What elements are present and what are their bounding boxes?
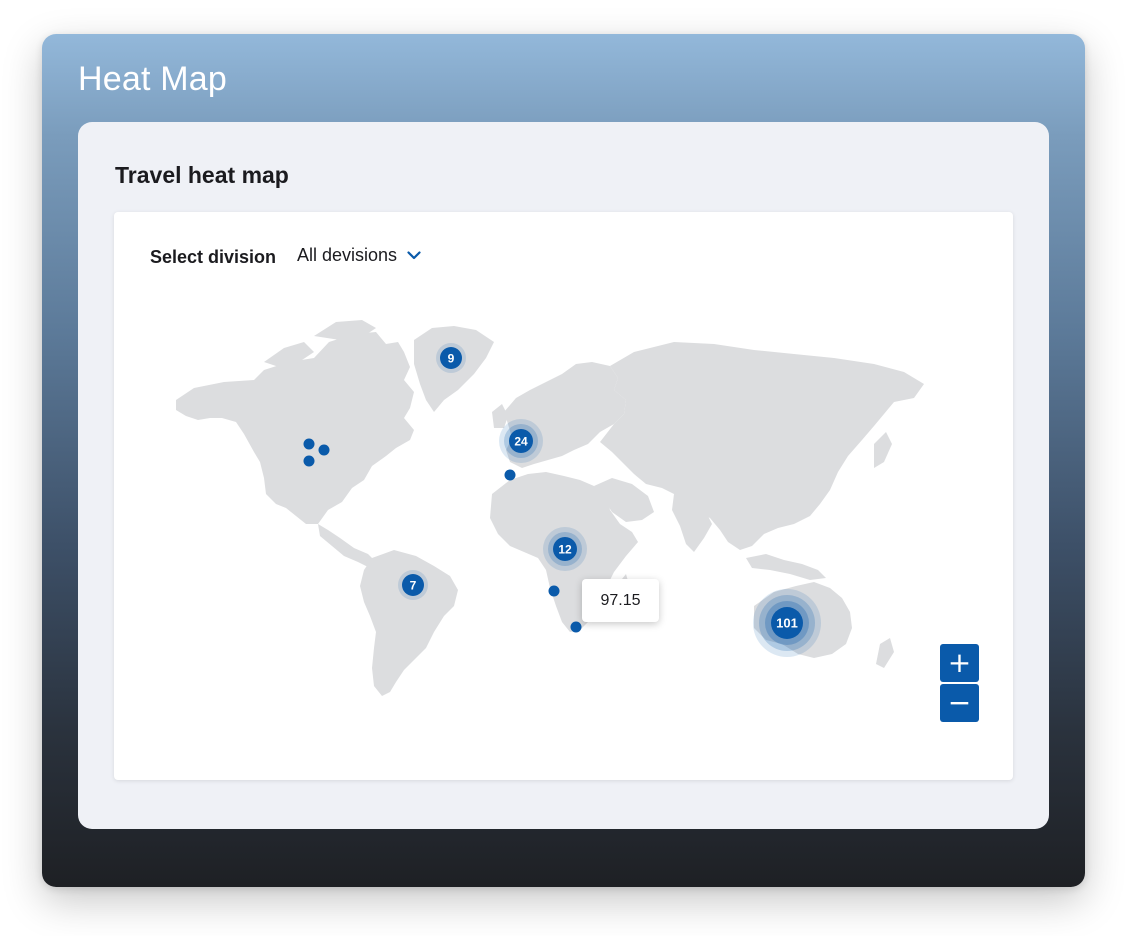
content-panel: Travel heat map Select division All devi… — [78, 122, 1049, 829]
point-marker-south-africa[interactable] — [570, 621, 582, 633]
southeast-asia-islands-shape — [746, 554, 826, 580]
cluster-count: 12 — [558, 543, 572, 557]
zoom-out-button[interactable]: − — [940, 684, 979, 722]
cluster-count: 7 — [410, 579, 417, 593]
new-zealand-shape — [876, 638, 894, 668]
cluster-marker-south-america[interactable]: 7 — [398, 570, 428, 600]
point-marker-angola[interactable] — [548, 585, 560, 597]
point-marker-na-1[interactable] — [303, 438, 315, 450]
panel-title: Travel heat map — [115, 162, 289, 188]
cluster-marker-australia[interactable]: 101 — [753, 589, 821, 657]
world-map[interactable]: 9 24 12 7 101 — [114, 212, 1013, 780]
cluster-marker-greenland[interactable]: 9 — [436, 343, 466, 373]
central-america-shape — [318, 524, 376, 568]
cluster-count: 101 — [776, 616, 798, 631]
british-isles-shape — [492, 404, 508, 428]
point-marker-na-2[interactable] — [318, 444, 330, 456]
point-marker-na-3[interactable] — [303, 455, 315, 467]
cluster-count: 9 — [448, 352, 455, 366]
japan-shape — [874, 432, 892, 468]
map-tooltip: 97.15 — [582, 579, 659, 622]
point-marker-iberia[interactable] — [504, 469, 516, 481]
cluster-count: 24 — [514, 435, 528, 449]
app-title: Heat Map — [78, 60, 228, 98]
cluster-marker-europe[interactable]: 24 — [499, 419, 543, 463]
zoom-in-button[interactable]: + — [940, 644, 979, 682]
map-card: Select division All devisions 9 24 12 7 … — [114, 212, 1013, 780]
app-window: Heat Map Travel heat map Select division… — [42, 34, 1085, 887]
cluster-marker-africa[interactable]: 12 — [543, 527, 587, 571]
